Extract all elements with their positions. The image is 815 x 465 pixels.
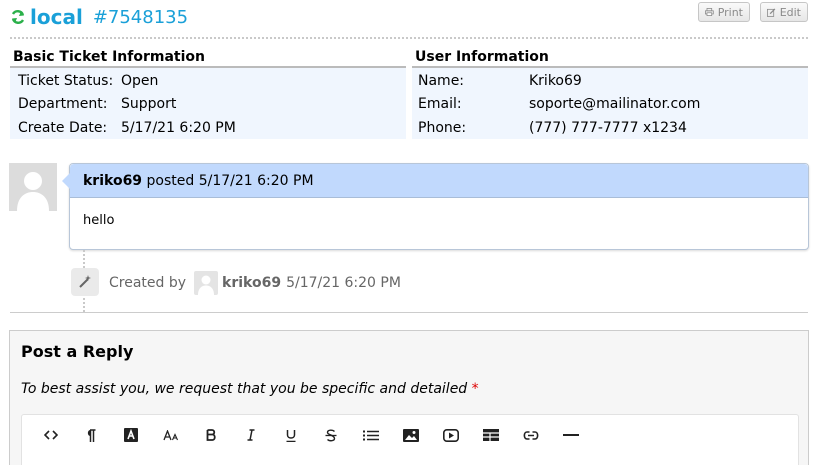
basic-ticket-info: Basic Ticket Information Ticket Status: … — [10, 46, 406, 139]
refresh-icon[interactable] — [10, 9, 26, 25]
edit-button[interactable]: Edit — [760, 2, 808, 22]
list-icon[interactable] — [351, 420, 391, 450]
info-value: Support — [121, 96, 177, 113]
thread-entry: kriko69 posted 5/17/21 6:20 PM hello — [62, 163, 809, 250]
info-label: Department: — [18, 96, 108, 113]
info-label: Create Date: — [18, 119, 108, 136]
basic-info-heading: Basic Ticket Information — [10, 46, 406, 68]
font-size-icon[interactable] — [151, 420, 191, 450]
bold-icon[interactable] — [191, 420, 231, 450]
info-label: Name: — [418, 72, 465, 89]
divider — [10, 37, 808, 39]
ticket-header: local #7548135 — [10, 4, 188, 30]
event-timestamp: 5/17/21 6:20 PM — [286, 275, 401, 291]
reply-note-text: To best assist you, we request that you … — [21, 381, 468, 397]
info-label: Email: — [418, 96, 462, 113]
print-label: Print — [717, 5, 743, 19]
required-mark: * — [471, 381, 479, 397]
reply-title: Post a Reply — [21, 342, 134, 361]
avatar — [9, 163, 57, 211]
info-value: soporte@mailinator.com — [529, 96, 701, 113]
edit-icon — [767, 7, 776, 17]
print-button[interactable]: Print — [698, 2, 750, 22]
thread-author: kriko69 — [83, 173, 143, 189]
italic-icon[interactable] — [231, 420, 271, 450]
reply-note: To best assist you, we request that you … — [21, 381, 479, 397]
ticket-number: #7548135 — [92, 6, 189, 28]
department-row: Department: Support — [10, 93, 406, 117]
mini-avatar — [194, 271, 219, 295]
horizontal-rule-icon[interactable] — [551, 420, 591, 450]
paragraph-icon[interactable] — [71, 420, 111, 450]
strikethrough-icon[interactable] — [311, 420, 351, 450]
thread-header: kriko69 posted 5/17/21 6:20 PM — [70, 164, 808, 198]
phone-row: Phone: (777) 777-7777 x1234 — [412, 116, 808, 140]
info-label: Ticket Status: — [18, 72, 114, 89]
event-user: kriko69 — [222, 275, 282, 291]
created-event: Created by kriko69 5/17/21 6:20 PM — [109, 271, 401, 295]
video-icon[interactable] — [431, 420, 471, 450]
thread-pointer — [62, 173, 70, 189]
underline-icon[interactable] — [271, 420, 311, 450]
info-value[interactable]: Kriko69 — [529, 73, 582, 89]
table-icon[interactable] — [471, 420, 511, 450]
info-value: Open — [121, 72, 159, 89]
reply-panel: Post a Reply To best assist you, we requ… — [9, 330, 809, 465]
email-row: Email: soporte@mailinator.com — [412, 93, 808, 117]
edit-label: Edit — [779, 5, 801, 19]
user-silhouette-icon — [198, 275, 215, 295]
magic-wand-icon — [71, 268, 99, 296]
ticket-source[interactable]: local — [30, 5, 83, 29]
info-value: (777) 777-7777 x1234 — [529, 119, 687, 136]
divider — [10, 312, 808, 313]
event-prefix: Created by — [109, 275, 187, 291]
user-silhouette-icon — [17, 172, 49, 211]
link-icon[interactable] — [511, 420, 551, 450]
print-icon — [705, 8, 714, 16]
user-info: User Information Name: Kriko69 Email: so… — [412, 46, 808, 139]
font-color-icon[interactable] — [111, 420, 151, 450]
code-view-icon[interactable] — [31, 420, 71, 450]
user-info-heading: User Information — [412, 46, 808, 68]
thread-posted: posted 5/17/21 6:20 PM — [146, 173, 314, 189]
ticket-status-row: Ticket Status: Open — [10, 69, 406, 93]
reply-editor[interactable] — [21, 414, 799, 465]
info-value: 5/17/21 6:20 PM — [121, 119, 236, 136]
editor-toolbar — [22, 415, 798, 455]
thread-body: hello — [83, 213, 115, 228]
info-label: Phone: — [418, 119, 467, 136]
create-date-row: Create Date: 5/17/21 6:20 PM — [10, 116, 406, 140]
name-row: Name: Kriko69 — [412, 69, 808, 93]
image-icon[interactable] — [391, 420, 431, 450]
